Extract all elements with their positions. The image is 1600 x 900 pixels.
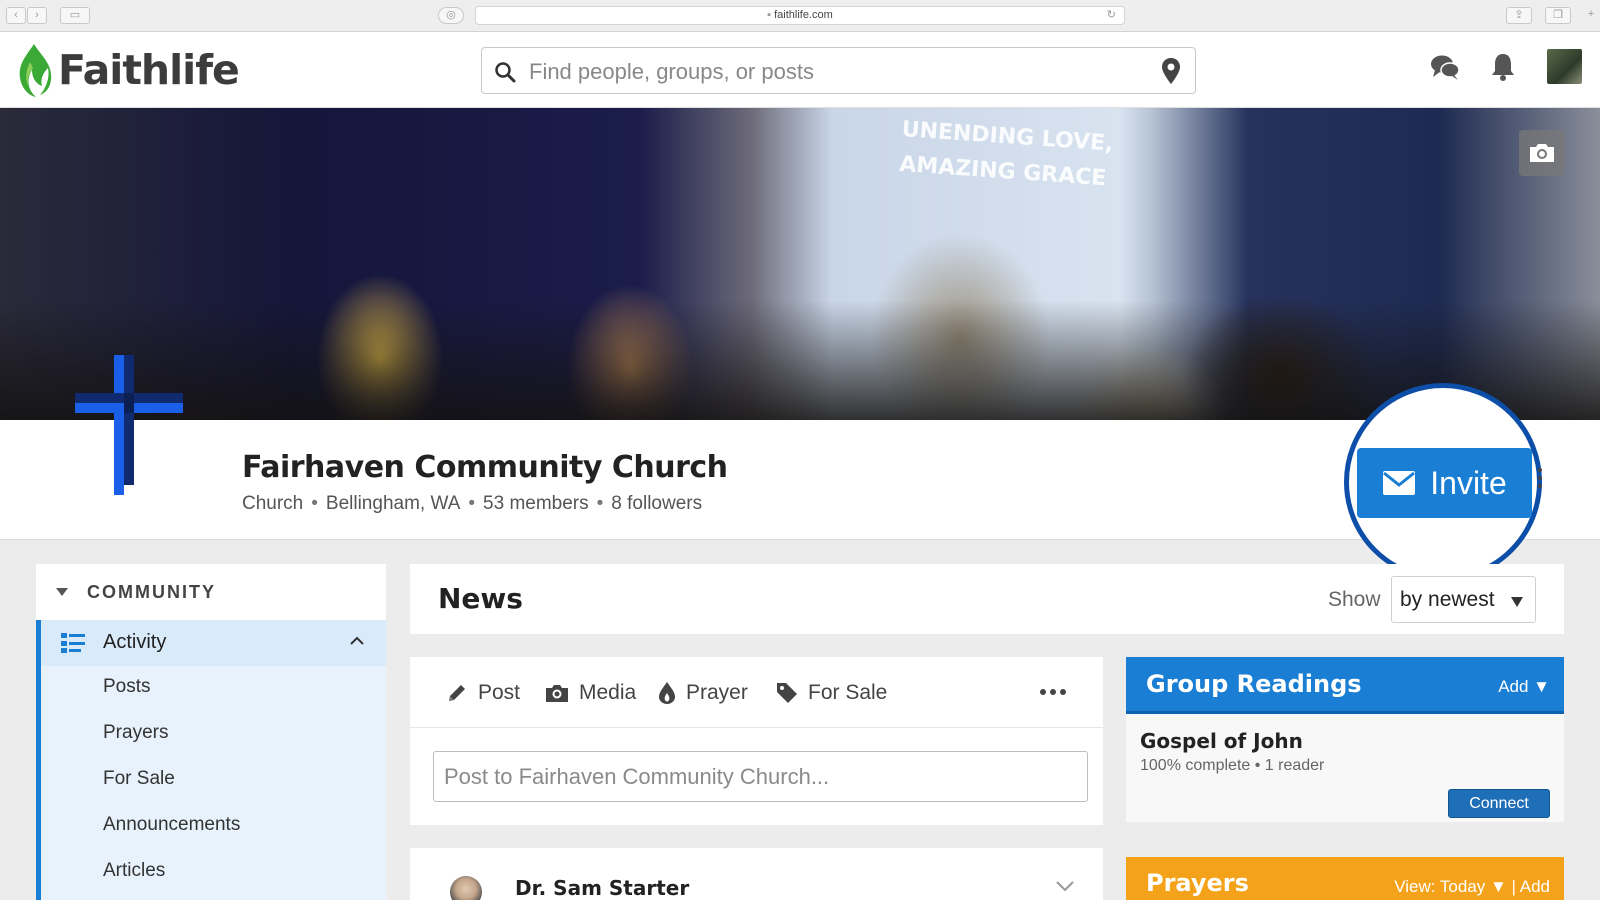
tab-media[interactable]: Media [545, 679, 636, 707]
new-tab-button[interactable]: + [1582, 7, 1600, 24]
share-button[interactable]: ⇪ [1506, 7, 1532, 24]
sort-value: by newest [1400, 588, 1495, 611]
community-sidebar: COMMUNITY Activity Posts Prayers For Sal… [36, 564, 386, 900]
envelope-icon [1383, 471, 1416, 495]
back-button[interactable]: ‹ [6, 7, 26, 24]
chevron-up-icon [350, 636, 364, 645]
sidebar-item-for-sale[interactable]: For Sale [103, 768, 175, 790]
group-readings-widget: Group Readings Add ▼ Gospel of John 100%… [1126, 657, 1564, 822]
chat-icon[interactable] [1430, 52, 1460, 82]
activity-submenu: Posts Prayers For Sale Announcements Art… [36, 666, 386, 900]
sidebar-item-posts[interactable]: Posts [103, 676, 151, 698]
cover-shade [0, 300, 1600, 420]
followers-link[interactable]: 8 followers [611, 493, 702, 514]
logo-text: Faithlife [58, 46, 240, 94]
post-input[interactable] [433, 751, 1088, 802]
tab-prayer[interactable]: Prayer [658, 679, 748, 707]
cover-photo: UNENDING LOVE, AMAZING GRACE [0, 108, 1600, 420]
forward-button[interactable]: › [27, 7, 47, 24]
group-more-menu[interactable] [1538, 468, 1544, 492]
camera-icon [546, 685, 568, 702]
user-avatar[interactable] [1547, 49, 1582, 84]
url-bar[interactable]: ▪ faithlife.com ↻ [475, 6, 1125, 25]
sidebar-item-announcements[interactable]: Announcements [103, 814, 240, 836]
author-avatar[interactable] [450, 876, 482, 900]
tab-prayer-label: Prayer [686, 681, 748, 704]
prayers-widget: Prayers View: Today ▼ | Add [1126, 857, 1564, 900]
reading-title[interactable]: Gospel of John [1140, 729, 1303, 753]
list-icon [61, 633, 85, 653]
tab-for-sale[interactable]: For Sale [776, 679, 887, 707]
top-nav: Faithlife Find people, groups, or posts [0, 32, 1600, 108]
pencil-icon [449, 685, 465, 701]
sidebar-toggle-button[interactable]: ▭ [60, 7, 90, 24]
author-name[interactable]: Dr. Sam Starter [515, 876, 689, 900]
news-title: News [438, 582, 523, 615]
chevron-down-icon[interactable] [1055, 880, 1075, 892]
news-header: News Show by newest [410, 564, 1564, 634]
reader-button[interactable]: ◎ [438, 7, 464, 24]
community-section-label: COMMUNITY [87, 582, 216, 602]
group-meta: Church • Bellingham, WA • 53 members • 8 follo… [242, 493, 703, 514]
bell-icon[interactable] [1490, 52, 1516, 82]
search-icon [495, 62, 516, 83]
tab-post-label: Post [478, 681, 521, 704]
search-placeholder: Find people, groups, or posts [529, 59, 814, 84]
composer-tabs: Post Media Prayer For Sale [410, 657, 1103, 728]
post-composer: Post Media Prayer For Sale [410, 657, 1103, 825]
tab-media-label: Media [579, 681, 637, 704]
projector-text: UNENDING LOVE, AMAZING GRACE [898, 112, 1114, 197]
group-name: Fairhaven Community Church [242, 450, 728, 485]
group-readings-title: Group Readings [1146, 670, 1362, 698]
browser-chrome: ‹ › ▭ ◎ ▪ faithlife.com ↻ ⇪ ❐ + [0, 0, 1600, 32]
sidebar-item-activity[interactable]: Activity [36, 620, 386, 666]
tag-icon [777, 683, 797, 703]
prayers-title: Prayers [1146, 869, 1249, 897]
church-cross-logo [75, 355, 183, 495]
sidebar-item-articles[interactable]: Articles [103, 860, 165, 882]
flame-logo-icon [19, 44, 52, 97]
tab-for-sale-label: For Sale [808, 681, 888, 704]
sidebar-item-prayers[interactable]: Prayers [103, 722, 168, 744]
community-section-toggle[interactable]: COMMUNITY [36, 564, 386, 620]
reading-meta: 100% complete • 1 reader [1140, 757, 1325, 774]
add-reading-button[interactable]: Add ▼ [1498, 677, 1550, 697]
flame-icon [659, 682, 675, 704]
connect-button[interactable]: Connect [1448, 789, 1550, 818]
tabs-button[interactable]: ❐ [1545, 7, 1571, 24]
dropdown-arrow-icon [1511, 597, 1523, 607]
faithlife-logo[interactable]: Faithlife [16, 40, 240, 100]
sort-select[interactable]: by newest [1391, 576, 1536, 623]
sidebar-item-label: Activity [103, 631, 167, 653]
group-location: Bellingham, WA [325, 493, 461, 514]
search-box[interactable]: Find people, groups, or posts [481, 47, 1196, 94]
camera-icon [1530, 144, 1554, 162]
group-readings-header: Group Readings Add ▼ [1126, 657, 1564, 714]
collapse-triangle-icon [56, 588, 68, 596]
more-icon[interactable] [1040, 689, 1070, 695]
tab-post[interactable]: Post [446, 679, 520, 707]
invite-button[interactable]: Invite [1357, 448, 1532, 518]
change-cover-button[interactable] [1519, 130, 1565, 176]
prayers-view-add-links[interactable]: View: Today ▼ | Add [1394, 877, 1550, 897]
group-type: Church [242, 493, 304, 514]
invite-label: Invite [1430, 464, 1507, 501]
reload-icon[interactable]: ↻ [1107, 7, 1116, 24]
location-pin-icon[interactable] [1161, 57, 1181, 85]
show-label: Show [1328, 588, 1381, 611]
members-link[interactable]: 53 members [483, 493, 589, 514]
feed-post: Dr. Sam Starter [410, 848, 1103, 900]
url-text: faithlife.com [774, 9, 833, 21]
